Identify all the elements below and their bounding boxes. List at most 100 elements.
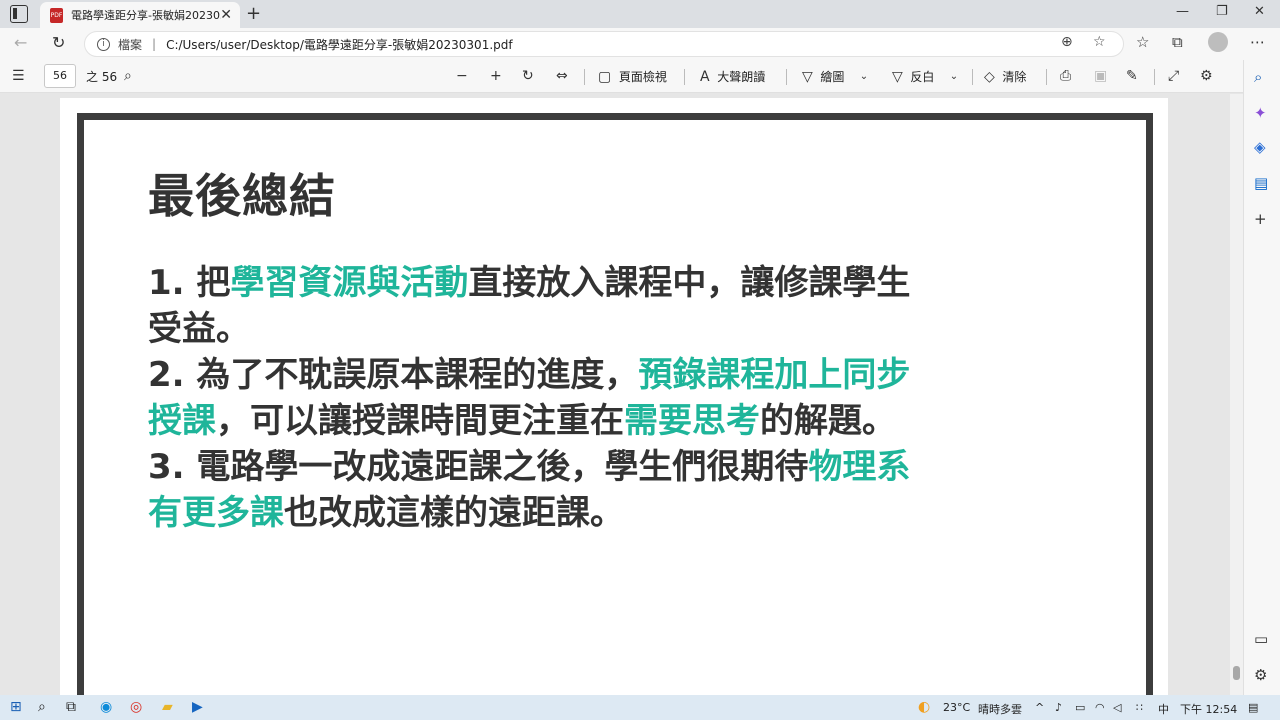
item-text: 3. 電路學一改成遠距課之後，學生們很期待 [148, 447, 809, 487]
weather-temperature[interactable]: 23°C [943, 701, 970, 714]
tab-title: 電路學遠距分享-張敏娟20230301.pdf [71, 9, 221, 22]
edge-icon[interactable]: ◉ [100, 699, 112, 715]
sidebar-settings-gear-icon[interactable]: ⚙ [1254, 666, 1267, 684]
highlight-icon: ▽ [892, 68, 903, 85]
read-aloud-icon: A [700, 68, 710, 85]
close-window-icon[interactable]: ✕ [1254, 4, 1265, 19]
windows-start-icon[interactable]: ⊞ [10, 699, 22, 715]
toolbar-divider [684, 69, 685, 85]
ime-indicator[interactable]: 中 [1158, 701, 1169, 717]
slide-title: 最後總結 [148, 169, 336, 223]
maximize-icon[interactable]: ❐ [1216, 4, 1228, 19]
draw-label: 繪圖 [820, 70, 845, 84]
zoom-in-icon[interactable]: + [490, 68, 502, 84]
item-text: 2. 為了不耽誤原本課程的進度， [148, 355, 639, 395]
item-text: 1. 把 [148, 263, 231, 303]
zoom-icon[interactable]: ⊕ [1061, 34, 1073, 50]
url-separator: | [152, 37, 157, 51]
draw-icon: ▽ [802, 68, 813, 85]
pdf-page: 最後總結 1. 把學習資源與活動直接放入課程中，讓修課學生受益。 2. 為了不耽… [60, 98, 1168, 695]
search-icon[interactable]: ⌕ [38, 699, 46, 715]
add-favorite-icon[interactable]: ☆ [1093, 34, 1106, 50]
pdf-file-icon: PDF [50, 7, 63, 23]
scrollbar-thumb[interactable] [1233, 666, 1240, 680]
back-icon[interactable]: ← [14, 33, 27, 52]
save-icon[interactable]: ▣ [1094, 68, 1107, 84]
copilot-icon[interactable]: ✦ [1254, 104, 1267, 122]
network-icon[interactable]: ▭ [1075, 701, 1085, 714]
contents-icon[interactable]: ☰ [12, 68, 25, 84]
read-aloud-button[interactable]: A 大聲朗讀 [700, 68, 765, 85]
task-view-icon[interactable]: ⧉ [66, 699, 76, 715]
draw-button[interactable]: ▽ 繪圖 ⌄ [802, 68, 868, 85]
active-tab[interactable]: PDF 電路學遠距分享-張敏娟20230301.pdf ✕ [40, 2, 240, 28]
item-text: 也改成這樣的遠距課。 [284, 493, 624, 533]
tab-actions-icon[interactable] [10, 5, 28, 23]
item-text: 的解題。 [760, 401, 896, 441]
minimize-icon[interactable]: — [1176, 4, 1189, 19]
windows-taskbar: ⊞ ⌕ ⧉ ◉ ◎ ▰ ▶ ◐ 23°C 晴時多雲 ^ ♪ ▭ ◠ ◁ ∷ 中 … [0, 695, 1280, 720]
pdf-viewport[interactable]: 最後總結 1. 把學習資源與活動直接放入課程中，讓修課學生受益。 2. 為了不耽… [0, 94, 1230, 695]
read-aloud-label: 大聲朗讀 [717, 70, 766, 84]
info-icon[interactable]: i [97, 37, 110, 51]
refresh-icon[interactable]: ↻ [52, 33, 65, 52]
vertical-scrollbar[interactable] [1230, 94, 1243, 695]
zoom-out-icon[interactable]: − [456, 68, 468, 84]
media-player-icon[interactable]: ▶ [192, 699, 203, 715]
slide-body: 1. 把學習資源與活動直接放入課程中，讓修課學生受益。 2. 為了不耽誤原本課程… [148, 260, 928, 536]
volume-icon[interactable]: ◁ [1113, 701, 1121, 714]
toolbar-divider [972, 69, 973, 85]
toolbar-divider [1154, 69, 1155, 85]
clock[interactable]: 下午 12:54 [1180, 701, 1237, 717]
item-text: ，可以讓授課時間更注重在 [216, 401, 624, 441]
search-icon[interactable]: ⌕ [124, 68, 132, 84]
wifi-icon[interactable]: ◠ [1095, 701, 1105, 714]
page-number-input[interactable]: 56 [44, 64, 76, 88]
toolbar-divider [584, 69, 585, 85]
url-text: C:/Users/user/Desktop/電路學遠距分享-張敏娟2023030… [166, 37, 513, 52]
pdf-settings-gear-icon[interactable]: ⚙ [1200, 68, 1213, 84]
edge-sidebar: ⌕ ✦ ◈ ▤ + ▭ ⚙ [1243, 60, 1280, 695]
favorites-icon[interactable]: ☆ [1136, 33, 1149, 51]
search-icon[interactable]: ⌕ [1254, 68, 1262, 86]
erase-label: 清除 [1002, 70, 1027, 84]
collections-icon[interactable]: ⧉ [1172, 33, 1183, 51]
add-sidebar-app-icon[interactable]: + [1254, 210, 1267, 228]
shopping-icon[interactable]: ◈ [1254, 138, 1266, 156]
notifications-icon[interactable]: ▤ [1248, 701, 1258, 714]
print-icon[interactable]: ⎙ [1060, 68, 1071, 84]
ime-icon[interactable]: ∷ [1136, 701, 1143, 714]
chrome-icon[interactable]: ◎ [130, 699, 142, 715]
url-field[interactable]: i 檔案 | C:/Users/user/Desktop/電路學遠距分享-張敏娟… [84, 31, 1124, 57]
chevron-up-icon[interactable]: ^ [1035, 701, 1044, 714]
page-view-label: 頁面檢視 [618, 70, 667, 84]
fullscreen-icon[interactable]: ⤢ [1168, 68, 1179, 84]
tab-strip: PDF 電路學遠距分享-張敏娟20230301.pdf ✕ + — ❐ ✕ [0, 0, 1280, 28]
weather-description[interactable]: 晴時多雲 [978, 701, 1022, 717]
file-explorer-icon[interactable]: ▰ [162, 699, 173, 715]
highlight-label: 反白 [910, 70, 935, 84]
rotate-icon[interactable]: ↻ [522, 68, 534, 84]
save-as-icon[interactable]: ✎ [1126, 68, 1138, 84]
new-tab-icon[interactable]: + [246, 3, 261, 24]
highlight-button[interactable]: ▽ 反白 ⌄ [892, 68, 958, 85]
slide-frame: 最後總結 1. 把學習資源與活動直接放入課程中，讓修課學生受益。 2. 為了不耽… [77, 113, 1153, 695]
summary-item-3: 3. 電路學一改成遠距課之後，學生們很期待物理系有更多課也改成這樣的遠距課。 [148, 444, 928, 536]
chevron-down-icon[interactable]: ⌄ [860, 71, 868, 82]
page-view-icon: ▢ [598, 68, 612, 85]
microphone-icon[interactable]: ♪ [1055, 701, 1062, 714]
pdf-toolbar: ☰ 56 之 56 ⌕ − + ↻ ⇔ ▢ 頁面檢視 A 大聲朗讀 ▽ 繪圖 ⌄… [0, 60, 1243, 93]
outlook-icon[interactable]: ▤ [1254, 174, 1268, 192]
weather-icon[interactable]: ◐ [918, 699, 930, 715]
page-view-button[interactable]: ▢ 頁面檢視 [598, 68, 667, 85]
toolbar-divider [1046, 69, 1047, 85]
item-highlight: 需要思考 [624, 401, 760, 441]
erase-button[interactable]: ◇ 清除 [984, 68, 1026, 85]
profile-avatar[interactable] [1208, 32, 1228, 52]
more-menu-icon[interactable]: ⋯ [1250, 33, 1265, 51]
close-tab-icon[interactable]: ✕ [220, 7, 232, 23]
summary-item-2: 2. 為了不耽誤原本課程的進度，預錄課程加上同步授課，可以讓授課時間更注重在需要… [148, 352, 928, 444]
fit-page-icon[interactable]: ⇔ [556, 68, 568, 84]
sidebar-toggle-icon[interactable]: ▭ [1254, 630, 1268, 648]
chevron-down-icon[interactable]: ⌄ [950, 71, 958, 82]
